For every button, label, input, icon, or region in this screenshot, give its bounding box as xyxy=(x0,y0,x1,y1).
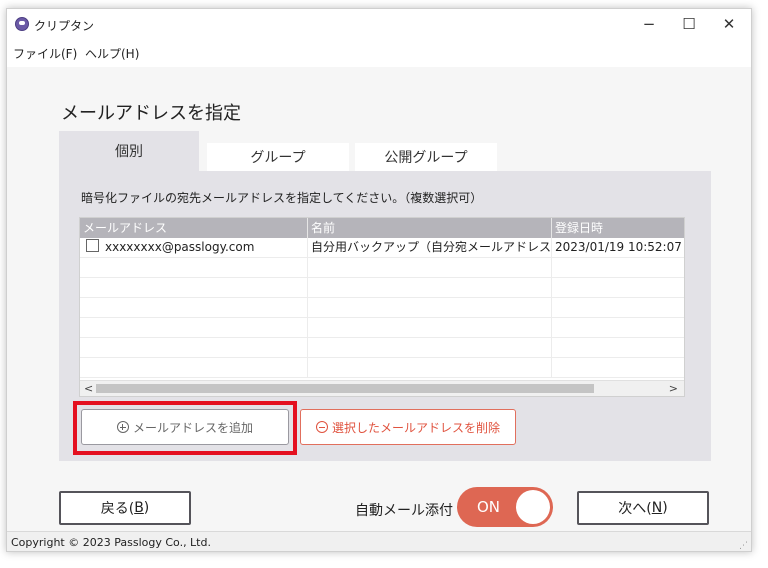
scroll-left-arrow-icon[interactable]: < xyxy=(84,381,93,396)
resize-grip-icon[interactable]: ⋰ xyxy=(739,541,748,551)
table-cell-date: 2023/01/19 10:52:07 xyxy=(552,238,684,257)
empty-row xyxy=(80,278,684,298)
add-email-label: メールアドレスを追加 xyxy=(132,420,253,435)
app-logo-icon xyxy=(15,17,29,31)
scroll-right-arrow-icon[interactable]: > xyxy=(669,381,678,396)
tab-individual[interactable]: 個別 xyxy=(59,131,199,171)
instruction-text: 暗号化ファイルの宛先メールアドレスを指定してください。（複数選択可） xyxy=(81,191,483,205)
tab-public-group[interactable]: 公開グループ xyxy=(355,143,497,171)
status-bar: Copyright © 2023 Passlogy Co., Ltd. ⋰ xyxy=(7,531,751,551)
copyright-text: Copyright © 2023 Passlogy Co., Ltd. xyxy=(11,536,211,549)
window-title: クリプタン xyxy=(34,19,95,33)
title-bar: クリプタン − ☐ ✕ xyxy=(7,9,751,39)
empty-row xyxy=(80,358,684,378)
back-label: 戻る( xyxy=(100,501,135,517)
back-access-key: B xyxy=(134,500,144,516)
main-content: メールアドレスを指定 個別 グループ 公開グループ 暗号化ファイルの宛先メールア… xyxy=(7,67,751,531)
menu-file[interactable]: ファイル(F) xyxy=(13,45,77,62)
column-header-date[interactable]: 登録日時 xyxy=(552,218,684,238)
auto-attach-label: 自動メール添付 xyxy=(355,503,453,519)
email-value: xxxxxxxx@passlogy.com xyxy=(105,240,255,254)
empty-row xyxy=(80,258,684,278)
back-button[interactable]: 戻る(B) xyxy=(59,491,191,525)
back-label-close: ) xyxy=(143,500,150,516)
plus-circle-icon xyxy=(116,421,129,433)
auto-attach-toggle[interactable]: ON xyxy=(457,487,553,527)
table-cell-email: xxxxxxxx@passlogy.com xyxy=(80,238,308,257)
column-header-email[interactable]: メールアドレス xyxy=(80,218,308,238)
delete-selected-label: 選択したメールアドレスを削除 xyxy=(331,420,500,435)
page-title: メールアドレスを指定 xyxy=(61,103,241,124)
empty-row xyxy=(80,318,684,338)
column-header-name[interactable]: 名前 xyxy=(308,218,552,238)
next-button[interactable]: 次へ(N) xyxy=(577,491,709,525)
scroll-thumb[interactable] xyxy=(96,384,594,393)
menu-bar: ファイル(F) ヘルプ(H) xyxy=(7,41,751,65)
delete-selected-button[interactable]: 選択したメールアドレスを削除 xyxy=(300,409,516,445)
toggle-knob xyxy=(516,490,550,524)
email-table: メールアドレス 名前 登録日時 xxxxxxxx@passlogy.com 自分… xyxy=(79,217,685,397)
horizontal-scrollbar[interactable]: < > xyxy=(80,380,684,396)
empty-row xyxy=(80,298,684,318)
table-cell-name: 自分用バックアップ（自分宛メールアドレス） xyxy=(308,238,552,257)
add-email-button[interactable]: メールアドレスを追加 xyxy=(81,409,289,445)
close-button[interactable]: ✕ xyxy=(709,9,749,39)
maximize-button[interactable]: ☐ xyxy=(669,9,709,39)
row-checkbox[interactable] xyxy=(86,239,99,252)
table-header: メールアドレス 名前 登録日時 xyxy=(80,218,684,238)
tab-group[interactable]: グループ xyxy=(207,143,349,171)
tab-panel-individual: 暗号化ファイルの宛先メールアドレスを指定してください。（複数選択可） メールアド… xyxy=(59,171,711,461)
empty-row xyxy=(80,338,684,358)
next-label-close: ) xyxy=(662,500,668,516)
toggle-state: ON xyxy=(477,498,501,516)
next-label: 次へ( xyxy=(618,501,652,517)
menu-help[interactable]: ヘルプ(H) xyxy=(85,45,139,62)
next-access-key: N xyxy=(651,500,663,516)
minus-circle-icon xyxy=(315,421,328,433)
table-row[interactable]: xxxxxxxx@passlogy.com 自分用バックアップ（自分宛メールアド… xyxy=(80,238,684,258)
minimize-button[interactable]: − xyxy=(629,9,669,39)
app-window: クリプタン − ☐ ✕ ファイル(F) ヘルプ(H) メールアドレスを指定 個別… xyxy=(6,8,752,552)
